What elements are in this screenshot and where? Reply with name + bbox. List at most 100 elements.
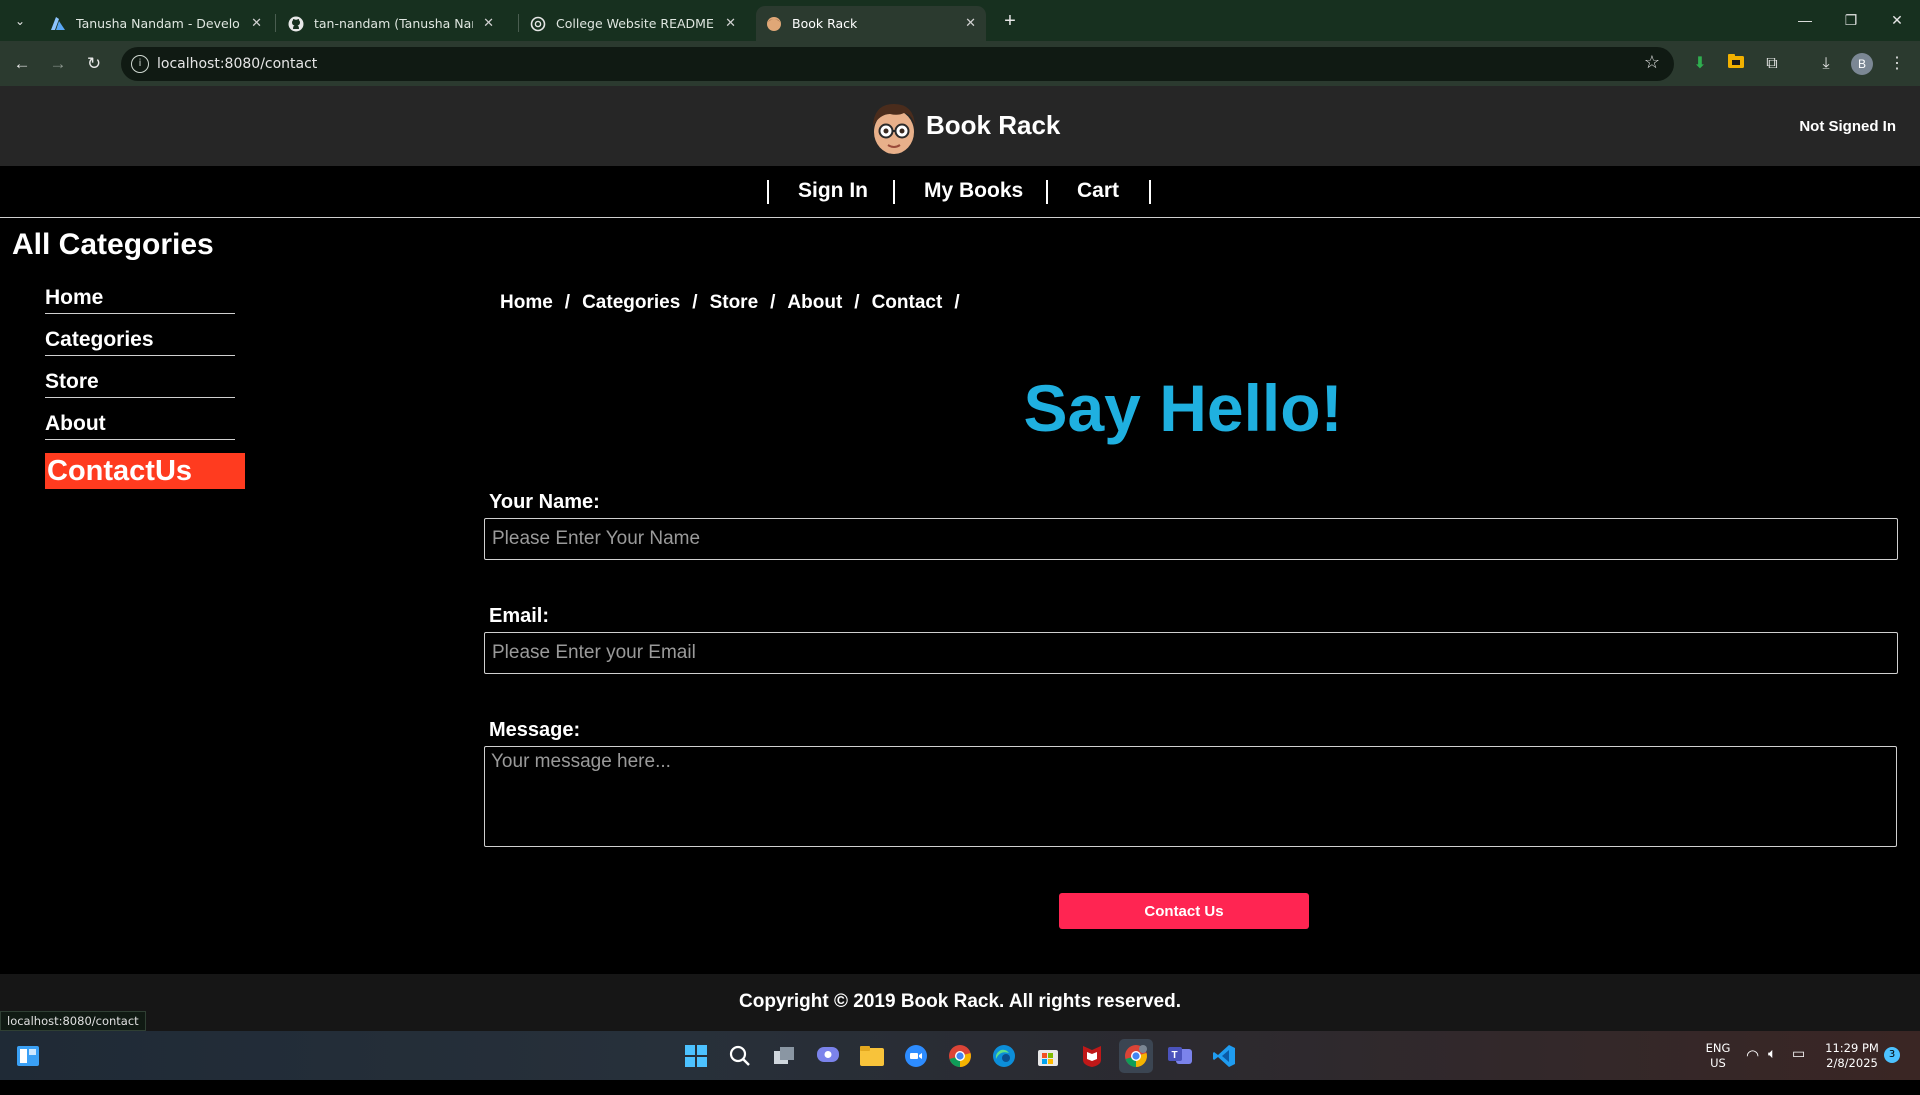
breadcrumb-separator: / <box>770 292 776 313</box>
windows-taskbar: T ENG US ◠ 🔈︎ ▭ 11:29 PM 2/8/2025 3 <box>0 1031 1920 1080</box>
language-indicator[interactable]: ENG US <box>1700 1041 1736 1090</box>
breadcrumb-separator: / <box>564 292 571 313</box>
bookrack-logo-avatar[interactable] <box>868 100 920 156</box>
breadcrumb-store[interactable]: Store <box>710 292 759 314</box>
breadcrumb-contact[interactable]: Contact <box>872 292 943 314</box>
nav-divider <box>1046 180 1048 204</box>
region-code: US <box>1710 1056 1726 1070</box>
tab-github[interactable]: tan-nandam (Tanusha Nandam) ✕ <box>278 6 504 41</box>
link-status-url: localhost:8080/contact <box>0 1011 146 1031</box>
restore-icon[interactable]: ❐ <box>1828 0 1874 41</box>
downloads-icon[interactable]: ⤓ <box>1814 52 1838 76</box>
minimize-icon[interactable]: — <box>1782 0 1828 41</box>
breadcrumb-about[interactable]: About <box>787 292 842 314</box>
nav-my-books[interactable]: My Books <box>924 166 1023 218</box>
site-brand[interactable]: Book Rack <box>926 110 1060 141</box>
wifi-icon[interactable]: ◠ <box>1746 1046 1759 1095</box>
chrome-profile-icon[interactable] <box>1119 1039 1153 1073</box>
signin-status: Not Signed In <box>1799 118 1896 135</box>
site-info-icon[interactable]: i <box>131 55 149 73</box>
volume-icon[interactable]: 🔈︎ <box>1768 1046 1776 1095</box>
close-tab-icon[interactable]: ✕ <box>483 16 494 31</box>
store-icon[interactable] <box>1031 1039 1065 1073</box>
teams-icon[interactable]: T <box>1163 1039 1197 1073</box>
forward-icon[interactable]: → <box>45 51 71 77</box>
nav-divider <box>767 180 769 204</box>
browser-menu-icon[interactable]: ⋮ <box>1885 52 1909 76</box>
tab-chatgpt[interactable]: College Website README Guide ✕ <box>520 6 746 41</box>
nav-divider <box>1149 180 1151 204</box>
tab-title: tan-nandam (Tanusha Nandam) <box>314 16 473 31</box>
tab-search-chevron-icon[interactable]: ⌄ <box>8 9 32 33</box>
close-tab-icon[interactable]: ✕ <box>725 16 736 31</box>
task-view-icon[interactable] <box>767 1039 801 1073</box>
svg-text:T: T <box>1172 1050 1178 1061</box>
email-label: Email: <box>489 605 550 627</box>
nav-divider <box>893 180 895 204</box>
mcafee-icon[interactable] <box>1075 1039 1109 1073</box>
clock-time: 11:29 PM <box>1825 1041 1879 1055</box>
browser-toolbar: ← → ↻ i localhost:8080/contact ☆ ⬇ ⧉ ⤓ B… <box>0 41 1920 86</box>
close-tab-icon[interactable]: ✕ <box>965 16 976 31</box>
openai-icon <box>530 16 546 32</box>
clock[interactable]: 11:29 PM 2/8/2025 <box>1820 1041 1884 1090</box>
extension-download-icon[interactable]: ⬇ <box>1688 52 1712 76</box>
zoom-icon[interactable] <box>899 1039 933 1073</box>
tab-book-rack[interactable]: Book Rack ✕ <box>756 6 986 41</box>
main-nav: Sign In My Books Cart <box>0 166 1920 218</box>
back-icon[interactable]: ← <box>9 51 35 77</box>
address-url[interactable]: localhost:8080/contact <box>157 56 317 72</box>
extension-folder-icon[interactable] <box>1724 52 1748 76</box>
close-window-icon[interactable]: ✕ <box>1874 0 1920 41</box>
breadcrumb: Home / Categories / Store / About / Cont… <box>500 292 960 314</box>
widgets-icon[interactable] <box>11 1039 45 1073</box>
edge-icon[interactable] <box>987 1039 1021 1073</box>
sidebar-item-categories[interactable]: Categories <box>45 324 235 356</box>
bookmark-star-icon[interactable]: ☆ <box>1644 52 1660 73</box>
chat-icon[interactable] <box>811 1039 845 1073</box>
contact-heading: Say Hello! <box>1023 371 1343 445</box>
tab-title: College Website README Guide <box>556 16 715 31</box>
reload-icon[interactable]: ↻ <box>81 51 107 77</box>
sidebar-item-home[interactable]: Home <box>45 282 235 314</box>
copyright-text: Copyright © 2019 Book Rack. All rights r… <box>739 991 1181 1012</box>
address-bar[interactable]: i localhost:8080/contact ☆ <box>121 47 1674 81</box>
nav-sign-in[interactable]: Sign In <box>798 166 868 218</box>
clock-date: 2/8/2025 <box>1826 1056 1878 1070</box>
site-footer: Copyright © 2019 Book Rack. All rights r… <box>0 974 1920 1031</box>
notification-badge[interactable]: 3 <box>1884 1047 1900 1063</box>
site-header: Book Rack Not Signed In <box>0 86 1920 166</box>
email-input[interactable] <box>484 632 1898 674</box>
breadcrumb-categories[interactable]: Categories <box>582 292 680 314</box>
tab-title: Book Rack <box>792 16 858 31</box>
azure-icon <box>50 16 66 32</box>
close-tab-icon[interactable]: ✕ <box>251 16 262 31</box>
start-icon[interactable] <box>679 1039 713 1073</box>
breadcrumb-home[interactable]: Home <box>500 292 553 314</box>
file-explorer-icon[interactable] <box>855 1039 889 1073</box>
chrome-icon[interactable] <box>943 1039 977 1073</box>
message-label: Message: <box>489 719 581 741</box>
breadcrumb-separator: / <box>854 292 860 313</box>
language-code: ENG <box>1705 1041 1731 1055</box>
sidebar-item-contactus[interactable]: ContactUs <box>45 453 245 489</box>
message-textarea[interactable] <box>484 746 1897 847</box>
nav-cart[interactable]: Cart <box>1077 166 1119 218</box>
vscode-icon[interactable] <box>1207 1039 1241 1073</box>
browser-tab-strip: ⌄ Tanusha Nandam - Developer P ✕ tan-nan… <box>0 0 1920 41</box>
page: Book Rack Not Signed In Sign In My Books… <box>0 86 1920 1031</box>
name-input[interactable] <box>484 518 1898 560</box>
battery-icon[interactable]: ▭ <box>1792 1046 1805 1095</box>
new-tab-button[interactable]: + <box>996 8 1024 36</box>
contact-us-button[interactable]: Contact Us <box>1059 893 1309 929</box>
search-icon[interactable] <box>723 1039 757 1073</box>
breadcrumb-separator: / <box>954 292 960 313</box>
tab-azure[interactable]: Tanusha Nandam - Developer P ✕ <box>40 6 272 41</box>
name-label: Your Name: <box>489 491 600 513</box>
breadcrumb-separator: / <box>692 292 698 313</box>
tab-title: Tanusha Nandam - Developer P <box>76 16 241 31</box>
extensions-puzzle-icon[interactable]: ⧉ <box>1760 52 1784 76</box>
profile-avatar[interactable]: B <box>1851 53 1873 75</box>
bookrack-favicon <box>766 16 782 32</box>
github-icon <box>288 16 304 32</box>
